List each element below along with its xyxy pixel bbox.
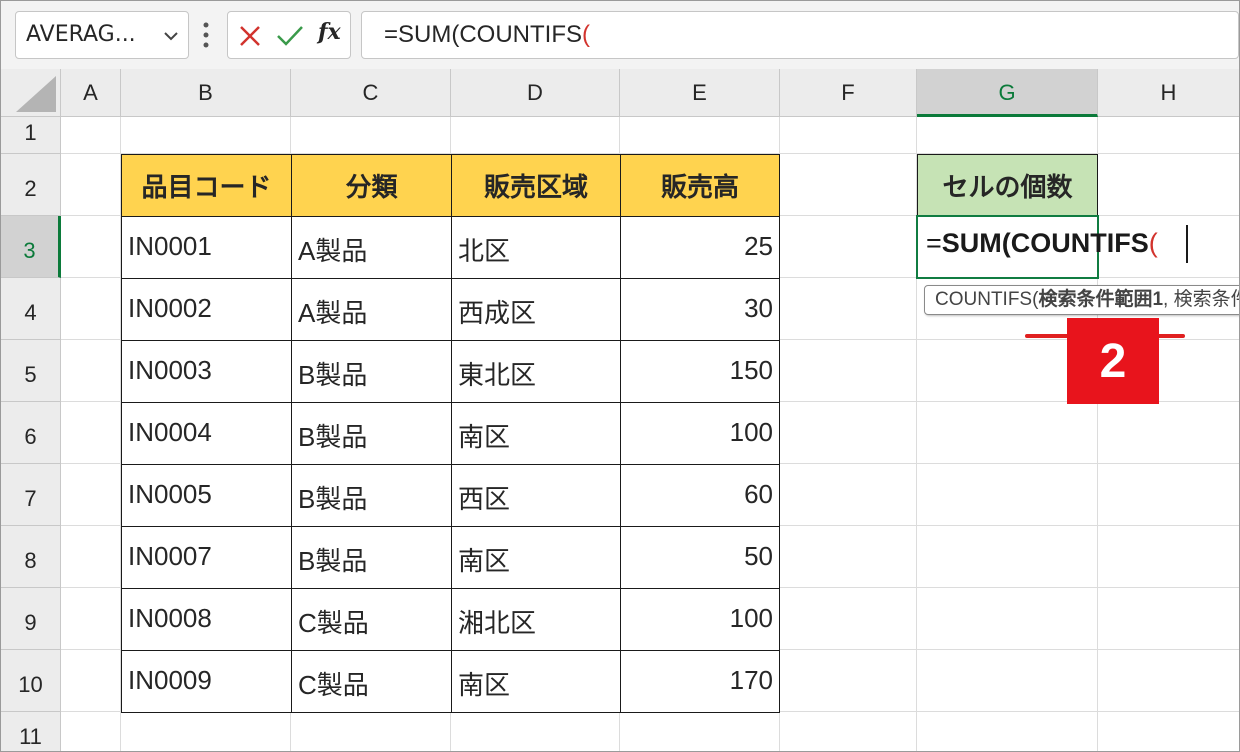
table-cell[interactable]: 60 (620, 464, 780, 527)
select-all-triangle-icon (16, 76, 56, 112)
row-header-7[interactable]: 7 (1, 464, 61, 526)
column-header-a[interactable]: A (61, 69, 121, 117)
table-cell[interactable]: 50 (620, 526, 780, 589)
select-all-corner[interactable] (1, 69, 61, 117)
cell-formula-eq: = (926, 228, 942, 258)
chevron-down-icon[interactable] (162, 27, 180, 45)
table-cell[interactable]: 25 (620, 216, 780, 279)
row-header-6[interactable]: 6 (1, 402, 61, 464)
formula-open-paren: ( (582, 21, 590, 48)
table-cell[interactable]: B製品 (291, 526, 452, 589)
table-cell[interactable]: 100 (620, 588, 780, 651)
table-cell[interactable]: IN0005 (121, 464, 292, 527)
column-header-d[interactable]: D (451, 69, 620, 117)
row-header-9[interactable]: 9 (1, 588, 61, 650)
table-cell[interactable]: A製品 (291, 216, 452, 279)
tooltip-function-name: COUNTIFS( (935, 289, 1039, 310)
name-box[interactable]: AVERAG... (15, 11, 189, 59)
cancel-icon[interactable] (238, 24, 262, 48)
table-cell[interactable]: IN0009 (121, 650, 292, 713)
table-header-region[interactable]: 販売区域 (451, 154, 621, 217)
table-cell[interactable]: 西区 (451, 464, 621, 527)
table-cell[interactable]: IN0003 (121, 340, 292, 403)
table-header-sales[interactable]: 販売高 (620, 154, 780, 217)
table-cell[interactable]: 南区 (451, 650, 621, 713)
row-header-8[interactable]: 8 (1, 526, 61, 588)
table-cell[interactable]: 100 (620, 402, 780, 465)
more-options-icon[interactable] (201, 21, 211, 49)
column-header-c[interactable]: C (291, 69, 451, 117)
table-cell[interactable]: A製品 (291, 278, 452, 341)
formula-prefix: =SUM(COUNTIFS (384, 21, 582, 48)
row-header-3[interactable]: 3 (1, 216, 61, 278)
table-cell[interactable]: 30 (620, 278, 780, 341)
step-number-badge: 2 (1067, 318, 1159, 404)
tooltip-remaining-args: , 検索条件1, ... (1163, 289, 1239, 310)
table-header-category[interactable]: 分類 (291, 154, 452, 217)
table-cell[interactable]: 170 (620, 650, 780, 713)
text-caret (1186, 225, 1188, 263)
row-header-5[interactable]: 5 (1, 340, 61, 402)
table-cell[interactable]: 西成区 (451, 278, 621, 341)
table-cell[interactable]: 南区 (451, 526, 621, 589)
table-cell[interactable]: B製品 (291, 340, 452, 403)
cell-formula-sum: SUM( (941, 228, 1011, 258)
active-cell-g3[interactable]: =SUM(COUNTIFS( (916, 215, 1188, 279)
result-header-cell[interactable]: セルの個数 (917, 154, 1098, 216)
column-header-b[interactable]: B (121, 69, 291, 117)
table-cell[interactable]: 東北区 (451, 340, 621, 403)
cell-formula-text: =SUM(COUNTIFS( (926, 228, 1158, 259)
formula-actions: fx (227, 11, 351, 59)
cell-formula-countifs: COUNTIFS (1010, 228, 1149, 258)
table-header-code[interactable]: 品目コード (121, 154, 292, 217)
formula-input[interactable]: =SUM(COUNTIFS( (361, 11, 1239, 59)
cell-formula-paren: ( (1148, 228, 1158, 258)
insert-function-icon[interactable]: fx (318, 19, 341, 45)
formula-bar: AVERAG... fx =SUM(COUNTIFS( (1, 1, 1239, 70)
row-header-10[interactable]: 10 (1, 650, 61, 712)
table-cell[interactable]: IN0001 (121, 216, 292, 279)
table-cell[interactable]: IN0002 (121, 278, 292, 341)
table-cell[interactable]: 湘北区 (451, 588, 621, 651)
table-cell[interactable]: C製品 (291, 588, 452, 651)
column-header-g[interactable]: G (917, 69, 1098, 117)
function-tooltip[interactable]: COUNTIFS(検索条件範囲1, 検索条件1, ... (924, 285, 1239, 315)
worksheet-grid: A B C D E F G H 1 2 3 4 5 6 7 8 9 10 11 (1, 69, 1239, 751)
name-box-value: AVERAG... (26, 22, 136, 47)
row-header-2[interactable]: 2 (1, 154, 61, 216)
column-header-h[interactable]: H (1098, 69, 1239, 117)
enter-check-icon[interactable] (276, 24, 304, 48)
tooltip-current-arg[interactable]: 検索条件範囲1 (1038, 289, 1163, 310)
row-header-4[interactable]: 4 (1, 278, 61, 340)
row-header-11[interactable]: 11 (1, 712, 61, 751)
column-header-e[interactable]: E (620, 69, 780, 117)
table-cell[interactable]: IN0008 (121, 588, 292, 651)
table-cell[interactable]: 150 (620, 340, 780, 403)
formula-text: =SUM(COUNTIFS( (384, 12, 590, 58)
excel-window: AVERAG... fx =SUM(COUNTIFS(A B C D E F … (0, 0, 1240, 752)
table-cell[interactable]: 南区 (451, 402, 621, 465)
table-cell[interactable]: B製品 (291, 464, 452, 527)
table-cell[interactable]: 北区 (451, 216, 621, 279)
column-header-f[interactable]: F (780, 69, 917, 117)
table-cell[interactable]: C製品 (291, 650, 452, 713)
table-cell[interactable]: IN0004 (121, 402, 292, 465)
table-cell[interactable]: IN0007 (121, 526, 292, 589)
table-cell[interactable]: B製品 (291, 402, 452, 465)
row-header-1[interactable]: 1 (1, 117, 61, 154)
